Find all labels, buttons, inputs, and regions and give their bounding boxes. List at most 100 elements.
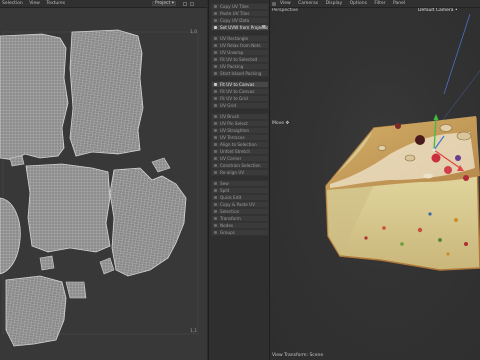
menu-textures[interactable]: Textures: [46, 1, 65, 6]
tool-item[interactable]: UV Rectangle: [211, 35, 269, 42]
tool-icon: [214, 136, 217, 140]
tool-item[interactable]: Fit UV to Canvas: [211, 88, 269, 95]
viewport-3d[interactable]: Perspective Default Camera • Move ✥ View…: [270, 8, 480, 360]
tool-item[interactable]: UV Terraces: [211, 134, 269, 141]
menu-view[interactable]: View: [280, 1, 291, 6]
tool-item[interactable]: UV Straighten: [211, 127, 269, 134]
tool-item[interactable]: UV Grid: [211, 102, 269, 109]
uv-island-middle[interactable]: [25, 163, 111, 253]
tool-item[interactable]: Paste UV Tiles: [211, 10, 269, 17]
gizmo-y-arrow-icon[interactable]: [433, 114, 439, 120]
tool-item-label: UV Straighten: [220, 128, 250, 133]
sprinkle: [428, 212, 432, 216]
tool-item[interactable]: UV Pin Select: [211, 120, 269, 127]
tool-item-label: Selection: [220, 209, 240, 214]
tool-item[interactable]: Transform: [211, 215, 269, 222]
menu-filter[interactable]: Filter: [374, 1, 385, 6]
tool-item[interactable]: Constrain Selection: [211, 162, 269, 169]
uv-island-bottom-left[interactable]: [5, 275, 67, 347]
gear-icon[interactable]: ⚙: [262, 25, 266, 30]
viewport-menu: View Cameras Display Options Filter Pane…: [280, 1, 411, 7]
uv-island-left-round[interactable]: [0, 197, 21, 275]
tool-item-label: Groups: [220, 230, 235, 235]
chevron-down-icon: ▾: [171, 1, 174, 6]
uv-corner-label-bottom: 1,1: [190, 329, 198, 334]
project-dropdown[interactable]: Project ▾: [152, 1, 176, 6]
tool-item-label: Transform: [220, 216, 241, 221]
tool-icon: [214, 143, 217, 147]
uv-island-small-4[interactable]: [9, 155, 25, 167]
sprinkle: [400, 242, 404, 246]
viewport-menu-icon[interactable]: [272, 1, 276, 6]
tool-icon: [214, 129, 217, 133]
menu-view[interactable]: View: [29, 1, 40, 6]
gizmo-center[interactable]: [432, 148, 436, 152]
tool-item[interactable]: UV Relax from Nets: [211, 42, 269, 49]
uv-editor-menubar: Selection View Textures Project ▾: [0, 0, 207, 8]
uv-island-small-3[interactable]: [151, 157, 171, 173]
menu-cameras[interactable]: Cameras: [298, 1, 318, 6]
tool-item[interactable]: UV Packing: [211, 63, 269, 70]
tool-item[interactable]: UV Brush: [211, 113, 269, 120]
uv-island-right[interactable]: [109, 167, 187, 277]
uv-island-small-5[interactable]: [39, 255, 55, 271]
tool-item-label: Align to Selection: [220, 142, 257, 147]
tool-item[interactable]: Fit UV to Selected: [211, 56, 269, 63]
menu-options[interactable]: Options: [350, 1, 367, 6]
project-dropdown-value: Project: [155, 1, 171, 6]
tool-item[interactable]: Set UVW from Projection ⚙: [211, 24, 269, 31]
tool-icon: [214, 72, 217, 76]
sprinkle: [464, 242, 468, 246]
tool-item-label: UV Brush: [220, 114, 240, 119]
sprinkle: [382, 226, 386, 230]
tool-item[interactable]: Copy UV Tiles: [211, 3, 269, 10]
tool-icon: [214, 210, 217, 214]
tool-item[interactable]: Re-align UV: [211, 169, 269, 176]
uv-island-top-center[interactable]: [69, 29, 144, 157]
sprinkle: [454, 218, 458, 222]
uv-island-top-left[interactable]: [0, 33, 69, 161]
tool-item-label: Constrain Selection: [220, 163, 261, 168]
tool-item[interactable]: Fit UV to Canvas: [211, 81, 269, 88]
tool-item[interactable]: Sew: [211, 180, 269, 187]
uv-canvas[interactable]: 1,0 1,1: [0, 8, 207, 360]
tool-icon: [214, 65, 217, 69]
almond-topping: [377, 145, 387, 151]
tool-item-label: Nodes: [220, 223, 234, 228]
tool-item[interactable]: Nodes: [211, 222, 269, 229]
cream-topping: [423, 173, 433, 179]
tool-item[interactable]: Unfold Stretch: [211, 148, 269, 155]
tool-icon: [214, 189, 217, 193]
layout-icon[interactable]: [183, 1, 187, 6]
viewport-menubar: View Cameras Display Options Filter Pane…: [270, 0, 480, 8]
tool-item-label: UV Grid: [220, 103, 237, 108]
tool-item[interactable]: Copy & Paste UV: [211, 201, 269, 208]
tool-item[interactable]: Quick Edit: [211, 194, 269, 201]
tool-item[interactable]: Split: [211, 187, 269, 194]
tool-item[interactable]: Groups: [211, 229, 269, 236]
tool-icon: [214, 5, 217, 9]
tool-item-label: Quick Edit: [220, 195, 242, 200]
tool-item[interactable]: UV Unwrap: [211, 49, 269, 56]
tool-item[interactable]: UV Corner: [211, 155, 269, 162]
tool-icon: [214, 196, 217, 200]
tool-icon: [214, 150, 217, 154]
tool-icon: [214, 224, 217, 228]
almond-topping: [456, 131, 472, 141]
tool-item-label: UV Relax from Nets: [220, 43, 261, 48]
tool-item[interactable]: Fit UV to Grid: [211, 95, 269, 102]
tool-item[interactable]: Selection: [211, 208, 269, 215]
tool-item[interactable]: Copy UV Data: [211, 17, 269, 24]
tool-item-label: Copy & Paste UV: [220, 202, 256, 207]
fullscreen-icon[interactable]: [190, 1, 194, 6]
tool-item[interactable]: Align to Selection: [211, 141, 269, 148]
menu-selection[interactable]: Selection: [2, 1, 23, 6]
menu-panel[interactable]: Panel: [393, 1, 405, 6]
uv-island-small-1[interactable]: [65, 281, 87, 299]
tool-item-label: Fit UV to Canvas: [220, 82, 255, 87]
berry-topping: [463, 175, 469, 181]
uv-island-small-2[interactable]: [99, 257, 115, 275]
tool-item[interactable]: Start Island Packing: [211, 70, 269, 77]
menu-display[interactable]: Display: [326, 1, 343, 6]
tool-item-label: Fit UV to Canvas: [220, 89, 255, 94]
